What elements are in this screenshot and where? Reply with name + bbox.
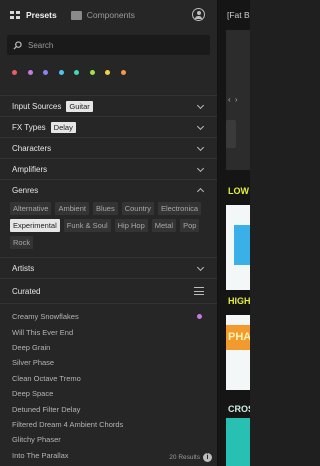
filter-amplifiers-label: Amplifiers <box>12 164 48 174</box>
genre-chip[interactable]: Funk & Soul <box>63 219 111 232</box>
genre-chip[interactable]: Alternative <box>10 202 52 215</box>
curated-item-label: Silver Phase <box>12 358 55 368</box>
genre-chip[interactable]: Blues <box>92 202 118 215</box>
tab-presets-label: Presets <box>26 10 57 20</box>
curated-item-label: Glitchy Phaser <box>12 435 61 445</box>
info-icon[interactable]: i <box>203 453 212 462</box>
genre-chip[interactable]: Rock <box>10 236 34 249</box>
list-view-icon[interactable] <box>194 287 204 296</box>
curated-item-label: Deep Space <box>12 389 54 399</box>
curated-item[interactable]: Creamy Snowflakes <box>0 309 217 324</box>
chevron-down-icon <box>196 164 205 173</box>
curated-item[interactable]: Will This Ever End <box>0 324 217 339</box>
tab-components[interactable]: Components <box>70 10 135 20</box>
chevron-down-icon <box>196 143 205 152</box>
preview-label-high: HIGH <box>226 292 250 310</box>
color-tag-dot <box>197 314 202 319</box>
chevron-down-icon <box>196 122 205 131</box>
genre-chip-list: Alternative Ambient Blues Country Electronic… <box>0 200 217 257</box>
color-filter-dot[interactable] <box>120 70 126 75</box>
filter-genres[interactable]: Genres <box>0 179 217 200</box>
preview-title: [Fat B <box>227 10 250 20</box>
filter-characters-label: Characters <box>12 143 52 153</box>
curated-item[interactable]: Deep Grain <box>0 340 217 355</box>
curated-item-label: Deep Grain <box>12 342 51 352</box>
genre-chip[interactable]: Country <box>121 202 154 215</box>
preview-label-low: LOW <box>226 182 250 200</box>
tab-presets[interactable]: Presets <box>10 10 57 20</box>
curated-item[interactable]: Detuned Filter Delay <box>0 401 217 416</box>
color-filter-dot[interactable] <box>43 70 48 75</box>
user-account-icon[interactable] <box>192 8 205 21</box>
filter-input-sources[interactable]: Input Sources Guitar <box>0 95 217 116</box>
curated-item[interactable]: Deep Space <box>0 386 217 401</box>
curated-item[interactable]: Silver Phase <box>0 355 217 370</box>
filter-genres-label: Genres <box>12 185 39 195</box>
preview-knob[interactable] <box>226 120 236 148</box>
curated-item-label: Will This Ever End <box>12 327 74 337</box>
curated-item[interactable]: Filtered Dream 4 Ambient Chords <box>0 417 217 432</box>
curated-header: Curated <box>0 278 217 303</box>
preview-label-pha: PHA <box>226 325 250 350</box>
search-input[interactable]: Search <box>7 35 210 55</box>
results-count: 20 Results <box>169 454 200 461</box>
filter-input-sources-value[interactable]: Guitar <box>66 100 93 112</box>
genre-chip[interactable]: Experimental <box>10 219 60 232</box>
genre-chip[interactable]: Pop <box>180 219 200 232</box>
color-filter-dot[interactable] <box>74 70 79 75</box>
filter-artists-label: Artists <box>12 263 35 273</box>
search-icon <box>13 40 22 50</box>
color-filter-dot[interactable] <box>58 70 64 75</box>
genre-chip[interactable]: Electronica <box>157 202 202 215</box>
color-filter-dot[interactable] <box>27 70 33 75</box>
chevron-down-icon <box>196 263 205 272</box>
curated-item-label: Creamy Snowflakes <box>12 312 79 322</box>
filter-characters[interactable]: Characters <box>0 137 217 158</box>
filter-amplifiers[interactable]: Amplifiers <box>0 158 217 179</box>
curated-item[interactable]: Clean Octave Tremo <box>0 371 217 386</box>
genre-chip[interactable]: Metal <box>151 219 177 232</box>
genre-chip[interactable]: Ambient <box>55 202 89 215</box>
grid-icon <box>10 10 21 20</box>
curated-item-label: Into The Parallax <box>12 450 69 460</box>
chevron-down-icon <box>196 101 205 110</box>
curated-list: Creamy Snowflakes Will This Ever End Deep … <box>0 303 217 463</box>
preview-image-3 <box>226 418 250 466</box>
chevron-up-icon <box>196 187 205 196</box>
tab-components-label: Components <box>86 10 135 20</box>
filter-fx-types-label: FX Types <box>12 122 46 132</box>
curated-item-label: Filtered Dream 4 Ambient Chords <box>12 419 124 429</box>
color-filter-dot[interactable] <box>89 70 95 75</box>
curated-item-label: Clean Octave Tremo <box>12 373 81 383</box>
preset-preview-panel: [Fat B ‹ › LOW HIGH PHA CROS <box>217 0 250 466</box>
filter-fx-types-value[interactable]: Delay <box>50 121 76 133</box>
preview-image-1 <box>226 205 250 290</box>
preview-nav-arrows[interactable]: ‹ › <box>228 95 239 104</box>
filter-input-sources-label: Input Sources <box>12 101 62 111</box>
color-filter-dot[interactable] <box>105 70 110 75</box>
preview-label-cros: CROS <box>226 400 250 418</box>
color-filter-dot[interactable] <box>12 70 17 75</box>
genre-chip[interactable]: Hip Hop <box>114 219 148 232</box>
components-icon <box>70 10 82 20</box>
filter-fx-types[interactable]: FX Types Delay <box>0 116 217 137</box>
results-footer: 20 Results i <box>169 453 212 462</box>
curated-item[interactable]: Glitchy Phaser <box>0 432 217 447</box>
search-placeholder: Search <box>28 40 54 50</box>
curated-label: Curated <box>12 286 41 296</box>
curated-item-label: Detuned Filter Delay <box>12 404 81 414</box>
preset-browser-panel: Presets Components Search Input Sources … <box>0 0 217 466</box>
top-bar: Presets Components <box>0 0 217 30</box>
color-filter-row <box>0 55 217 95</box>
filter-artists[interactable]: Artists <box>0 257 217 278</box>
